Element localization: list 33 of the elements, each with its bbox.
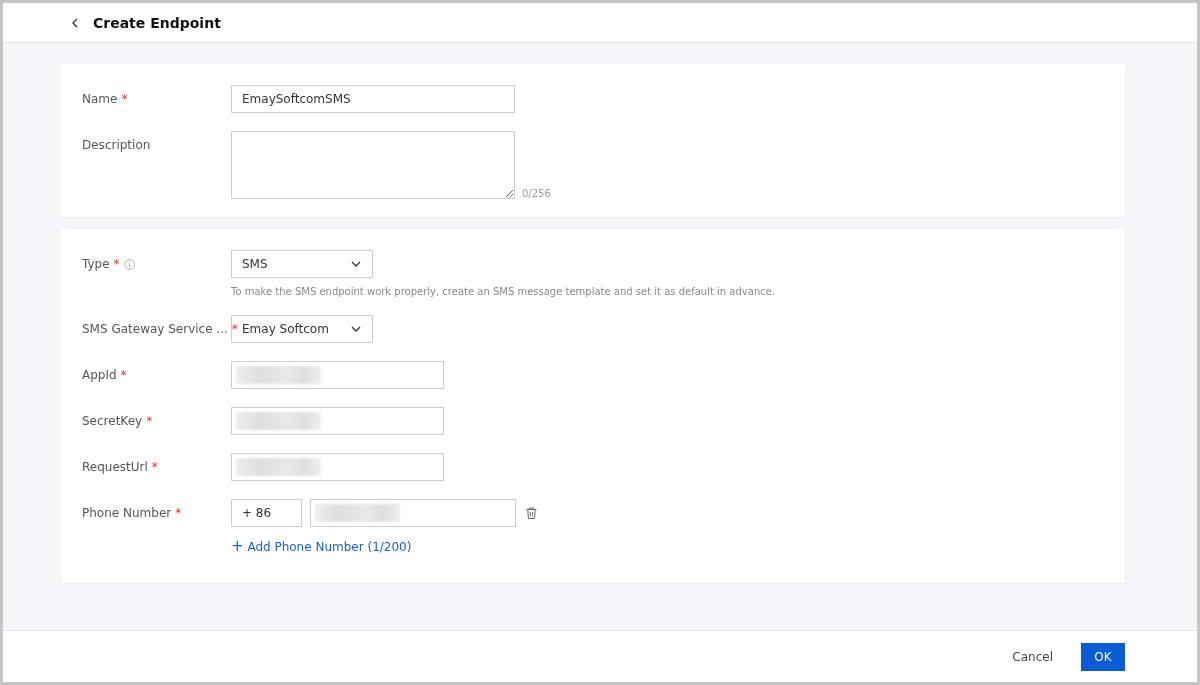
trash-icon[interactable] — [526, 507, 537, 519]
required-mark: * — [121, 92, 128, 106]
required-mark: * — [120, 368, 127, 382]
phone-number-field[interactable] — [310, 499, 516, 527]
required-mark: * — [151, 460, 158, 474]
text-field[interactable] — [231, 361, 444, 389]
text-field[interactable] — [231, 407, 444, 435]
country-code-field[interactable]: + 86 — [231, 499, 302, 527]
field-label: RequestUrl — [82, 460, 148, 474]
info-icon[interactable] — [123, 259, 135, 270]
chevron-down-icon — [351, 261, 361, 267]
back-icon[interactable] — [71, 17, 79, 28]
field-label: SecretKey — [82, 414, 143, 428]
field-label: Type — [82, 257, 110, 271]
required-mark: * — [146, 414, 153, 428]
field-label: SMS Gateway Service ... — [82, 322, 228, 336]
text-field[interactable] — [231, 453, 444, 481]
chevron-down-icon — [351, 326, 361, 332]
field-label: AppId — [82, 368, 117, 382]
description-field[interactable] — [231, 131, 515, 199]
field-label: Name — [82, 92, 118, 106]
add-phone-link[interactable]: + Add Phone Number (1/200) — [231, 537, 412, 555]
ok-button[interactable]: OK — [1081, 642, 1125, 671]
field-label: Description — [82, 138, 151, 152]
page-title: Create Endpoint — [93, 14, 221, 31]
field-label: Phone Number — [82, 506, 172, 520]
dropdown[interactable]: SMS — [231, 250, 373, 278]
name-input[interactable]: EmaySoftcomSMS — [231, 85, 515, 113]
char-counter: 0/256 — [522, 188, 551, 199]
required-mark: * — [113, 257, 120, 271]
required-mark: * — [175, 506, 182, 520]
required-mark: * — [231, 322, 238, 336]
hint-text: To make the SMS endpoint work properly, create an SMS message template and set it as default in advance. — [231, 286, 776, 297]
